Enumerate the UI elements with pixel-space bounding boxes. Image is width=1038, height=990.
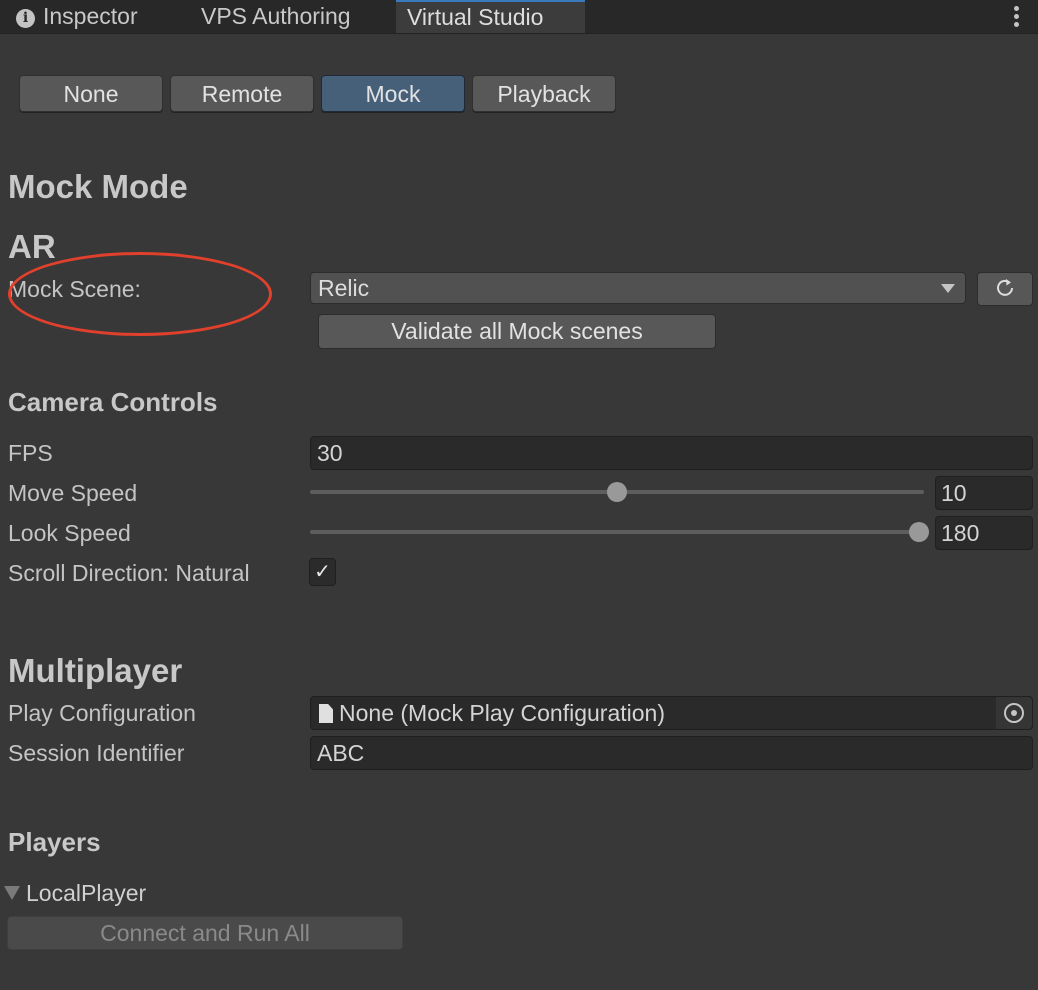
refresh-icon xyxy=(997,279,1013,296)
validate-mock-scenes-button[interactable]: Validate all Mock scenes xyxy=(318,314,716,349)
look-speed-input[interactable]: 180 xyxy=(935,516,1033,550)
tab-virtual-studio[interactable]: Virtual Studio xyxy=(396,0,585,33)
scroll-direction-label: Scroll Direction: Natural xyxy=(8,560,250,586)
move-speed-slider[interactable] xyxy=(310,482,924,502)
tab-vps-authoring-label: VPS Authoring xyxy=(201,3,351,29)
play-configuration-field[interactable]: None (Mock Play Configuration) xyxy=(310,696,1033,730)
target-icon xyxy=(1004,703,1024,723)
local-player-label: LocalPlayer xyxy=(26,880,147,906)
connect-and-run-all-button[interactable]: Connect and Run All xyxy=(7,916,403,950)
document-icon xyxy=(319,704,333,723)
tab-inspector[interactable]: i Inspector xyxy=(16,0,138,33)
move-speed-slider-thumb[interactable] xyxy=(607,482,627,502)
look-speed-label: Look Speed xyxy=(8,520,131,546)
move-speed-label: Move Speed xyxy=(8,480,138,506)
session-identifier-input[interactable]: ABC xyxy=(310,736,1033,770)
play-configuration-value: None (Mock Play Configuration) xyxy=(339,700,665,726)
tab-vps-authoring[interactable]: VPS Authoring xyxy=(201,0,351,33)
local-player-foldout[interactable]: LocalPlayer xyxy=(4,880,146,907)
mode-heading: Mock Mode xyxy=(8,168,188,205)
look-speed-slider[interactable] xyxy=(310,522,929,542)
mode-remote-button[interactable]: Remote xyxy=(170,75,314,112)
fps-label: FPS xyxy=(8,440,53,466)
mock-scene-dropdown[interactable]: Relic xyxy=(310,272,966,304)
tab-inspector-label: Inspector xyxy=(43,3,138,29)
players-heading: Players xyxy=(8,827,101,857)
checkmark-icon: ✓ xyxy=(314,561,331,583)
mode-mock-button[interactable]: Mock xyxy=(321,75,465,112)
session-identifier-label: Session Identifier xyxy=(8,740,185,766)
move-speed-input[interactable]: 10 xyxy=(935,476,1033,510)
refresh-button[interactable] xyxy=(977,272,1033,306)
kebab-menu-icon[interactable] xyxy=(1010,4,1022,30)
mock-scene-label: Mock Scene: xyxy=(8,276,141,302)
info-icon: i xyxy=(16,9,35,28)
tab-virtual-studio-label: Virtual Studio xyxy=(407,4,544,30)
fps-input[interactable]: 30 xyxy=(310,436,1033,470)
mock-scene-value: Relic xyxy=(318,275,370,301)
object-picker-button[interactable] xyxy=(996,697,1032,729)
scroll-direction-checkbox[interactable]: ✓ xyxy=(309,558,336,586)
chevron-down-icon xyxy=(941,284,955,293)
ar-heading: AR xyxy=(8,228,56,265)
triangle-down-icon xyxy=(4,886,20,900)
play-configuration-label: Play Configuration xyxy=(8,700,196,726)
mode-none-button[interactable]: None xyxy=(19,75,163,112)
tab-bar: i Inspector VPS Authoring Virtual Studio xyxy=(0,0,1038,34)
mode-playback-button[interactable]: Playback xyxy=(472,75,616,112)
camera-controls-heading: Camera Controls xyxy=(8,387,218,417)
multiplayer-heading: Multiplayer xyxy=(8,652,183,689)
look-speed-slider-thumb[interactable] xyxy=(909,522,929,542)
